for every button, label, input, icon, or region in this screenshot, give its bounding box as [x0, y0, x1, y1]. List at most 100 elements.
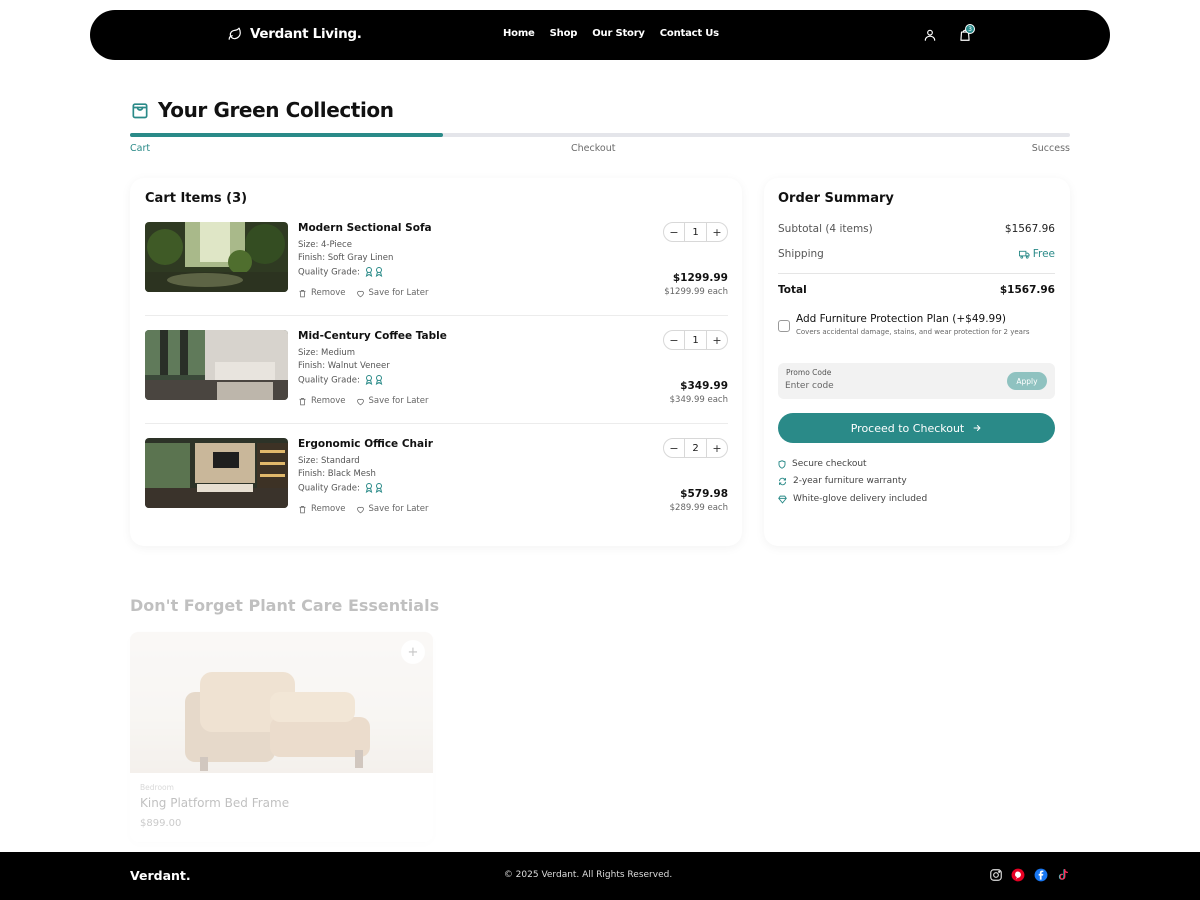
- instagram-icon[interactable]: [989, 868, 1003, 882]
- quantity-stepper: − 1 +: [663, 222, 728, 242]
- product-finish: Finish: Walnut Veneer: [298, 361, 390, 371]
- refresh-icon: [779, 477, 786, 485]
- promo-code-input[interactable]: [785, 379, 965, 393]
- quantity-stepper: − 2 +: [663, 438, 728, 458]
- item-unit-price: $289.99 each: [669, 503, 728, 513]
- nav-contact-us[interactable]: Contact Us: [660, 28, 719, 39]
- item-total-price: $1299.99: [672, 272, 728, 284]
- remove-label: Remove: [311, 288, 346, 298]
- trash-icon: [299, 397, 306, 405]
- item-total-price: $349.99: [680, 380, 728, 392]
- quantity-value[interactable]: 1: [684, 331, 707, 349]
- quality-grade-label: Quality Grade:: [298, 375, 360, 386]
- save-for-later-label: Save for Later: [368, 396, 429, 406]
- recommended-product-image: [130, 632, 433, 773]
- step-cart: Cart: [130, 143, 151, 154]
- award-icon: [375, 267, 382, 277]
- trash-icon: [299, 289, 306, 297]
- facebook-icon[interactable]: [1034, 868, 1048, 882]
- quality-grade: Quality Grade:: [298, 483, 383, 494]
- product-name[interactable]: Mid-Century Coffee Table: [298, 330, 447, 342]
- trust-item: Secure checkout: [778, 459, 867, 469]
- product-size: Size: Medium: [298, 348, 356, 358]
- decrease-quantity-button[interactable]: −: [664, 331, 684, 349]
- item-unit-price: $1299.99 each: [664, 287, 728, 297]
- increase-quantity-button[interactable]: +: [707, 223, 727, 241]
- increase-quantity-button[interactable]: +: [707, 331, 727, 349]
- checkout-label: Proceed to Checkout: [850, 421, 965, 435]
- product-image[interactable]: [145, 438, 288, 508]
- item-actions: Remove Save for Later: [298, 288, 428, 298]
- item-divider: [145, 423, 728, 424]
- increase-quantity-button[interactable]: +: [707, 439, 727, 457]
- item-total-price: $579.98: [680, 488, 728, 500]
- save-for-later-button[interactable]: Save for Later: [356, 288, 429, 298]
- cart-count-badge: 3: [965, 24, 975, 34]
- award-icon: [375, 483, 382, 493]
- gem-icon: [778, 495, 787, 504]
- checkout-progress-bar: [130, 133, 1070, 137]
- shopping-bag-icon: [132, 103, 148, 119]
- brand-logo[interactable]: Verdant Living.: [228, 26, 362, 42]
- quantity-value[interactable]: 2: [684, 439, 707, 457]
- save-for-later-button[interactable]: Save for Later: [356, 504, 429, 514]
- step-success: Success: [1031, 143, 1070, 154]
- add-to-cart-button[interactable]: +: [401, 640, 425, 664]
- save-for-later-button[interactable]: Save for Later: [356, 396, 429, 406]
- product-image[interactable]: [145, 330, 288, 400]
- footer: Verdant. © 2025 Verdant. All Rights Rese…: [0, 852, 1200, 900]
- award-icon: [365, 483, 372, 493]
- product-name[interactable]: Ergonomic Office Chair: [298, 438, 433, 450]
- decrease-quantity-button[interactable]: −: [664, 439, 684, 457]
- quality-grade: Quality Grade:: [298, 267, 383, 278]
- product-image[interactable]: [145, 222, 288, 292]
- decrease-quantity-button[interactable]: −: [664, 223, 684, 241]
- trash-icon: [299, 505, 306, 513]
- step-checkout: Checkout: [571, 143, 616, 154]
- truck-icon: [1018, 250, 1030, 259]
- save-for-later-label: Save for Later: [368, 288, 429, 298]
- trust-item: White-glove delivery included: [778, 494, 927, 504]
- award-icon: [375, 375, 382, 385]
- subtotal-label: Subtotal (4 items): [778, 223, 873, 235]
- shipping-row: Shipping Free: [778, 248, 1055, 260]
- promo-code-box: Promo Code Apply: [778, 363, 1055, 399]
- nav-our-story[interactable]: Our Story: [592, 28, 645, 39]
- checkout-progress-fill: [130, 133, 444, 137]
- trust-warranty: 2-year furniture warranty: [793, 476, 907, 486]
- shield-icon: [778, 459, 786, 469]
- recommended-product-name[interactable]: King Platform Bed Frame: [140, 796, 289, 810]
- product-name[interactable]: Modern Sectional Sofa: [298, 222, 432, 234]
- nav-home[interactable]: Home: [503, 28, 535, 39]
- nav-shop[interactable]: Shop: [550, 28, 578, 39]
- apply-promo-button[interactable]: Apply: [1007, 372, 1047, 390]
- remove-button[interactable]: Remove: [298, 396, 346, 406]
- remove-button[interactable]: Remove: [298, 288, 346, 298]
- recommended-product-card[interactable]: + Bedroom King Platform Bed Frame $899.0…: [130, 632, 433, 842]
- recommendations-title: Don't Forget Plant Care Essentials: [130, 596, 440, 615]
- save-for-later-label: Save for Later: [368, 504, 429, 514]
- tiktok-icon[interactable]: [1056, 868, 1070, 882]
- top-navbar: Verdant Living. Home Shop Our Story Cont…: [90, 10, 1110, 60]
- heart-icon: [356, 398, 364, 405]
- quantity-stepper: − 1 +: [663, 330, 728, 350]
- summary-divider: [778, 273, 1055, 274]
- product-size: Size: 4-Piece: [298, 240, 352, 250]
- promo-code-label: Promo Code: [786, 368, 832, 377]
- cart-item: Ergonomic Office Chair Size: Standard Fi…: [145, 438, 728, 530]
- proceed-to-checkout-button[interactable]: Proceed to Checkout: [778, 413, 1055, 443]
- shipping-value: Free: [1018, 248, 1055, 260]
- user-icon[interactable]: [923, 28, 937, 42]
- pinterest-icon[interactable]: [1011, 868, 1025, 882]
- protection-plan-title[interactable]: Add Furniture Protection Plan (+$49.99): [796, 313, 1006, 325]
- remove-button[interactable]: Remove: [298, 504, 346, 514]
- award-icon: [365, 267, 372, 277]
- protection-plan-checkbox[interactable]: [778, 320, 790, 332]
- remove-label: Remove: [311, 504, 346, 514]
- item-unit-price: $349.99 each: [669, 395, 728, 405]
- quantity-value[interactable]: 1: [684, 223, 707, 241]
- remove-label: Remove: [311, 396, 346, 406]
- quality-grade: Quality Grade:: [298, 375, 383, 386]
- product-size: Size: Standard: [298, 456, 360, 466]
- leaf-icon: [228, 27, 241, 40]
